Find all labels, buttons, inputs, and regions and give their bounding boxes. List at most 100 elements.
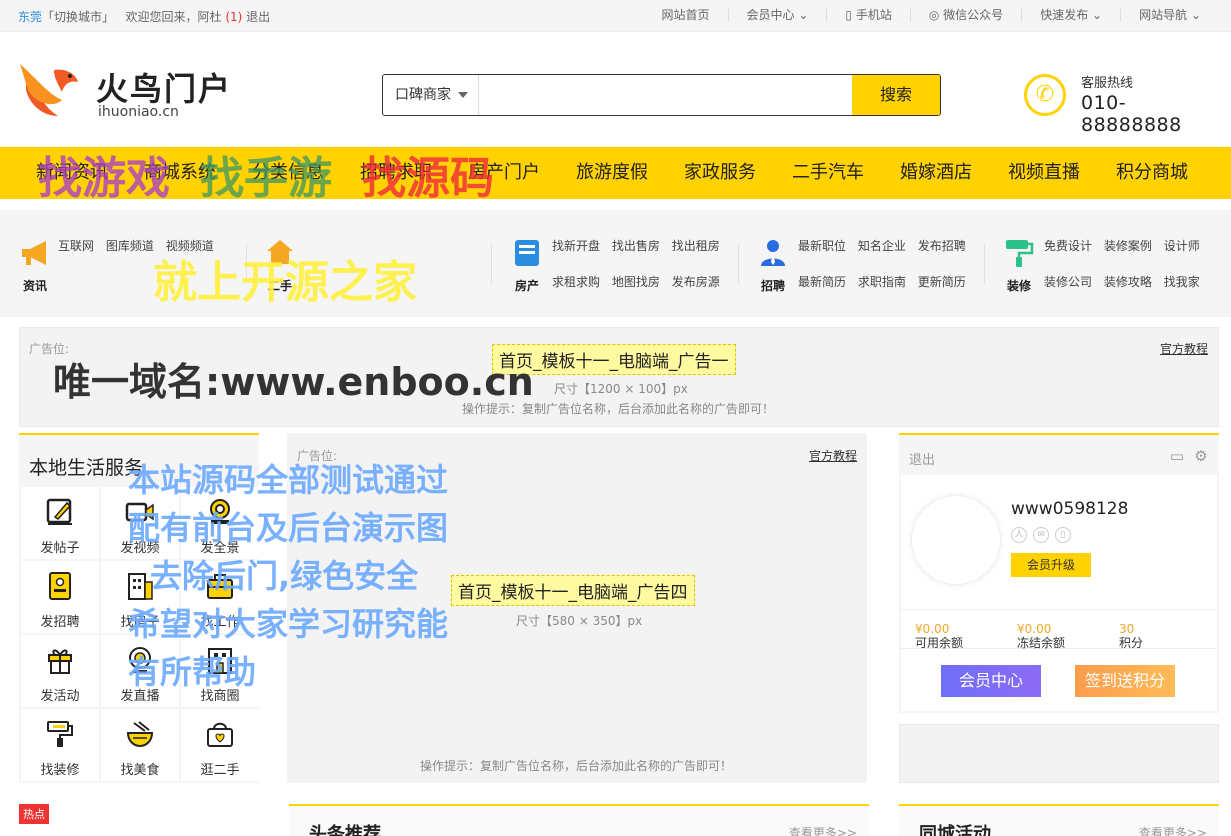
cat-link[interactable]: 最新简历 <box>798 264 846 300</box>
wechat-link[interactable]: ◎ 微信公众号 <box>909 8 1021 22</box>
user-card: www0598128 人 ✉ ▯ 会员升级 可用余额 ¥0.00 冻结余额 ¥0.0… <box>901 475 1217 711</box>
site-nav-link[interactable]: 网站导航 ⌄ <box>1120 8 1219 22</box>
cat-link[interactable]: 找出售房 <box>612 228 660 264</box>
panorama-icon <box>210 499 230 524</box>
cat-link[interactable]: 更新简历 <box>918 264 966 300</box>
ad-center[interactable]: 广告位: 官方教程 首页_模板十一_电脑端_广告四 尺寸【580 × 350】p… <box>287 433 867 783</box>
cat-link[interactable]: 找出租房 <box>672 228 720 264</box>
site-logo[interactable]: 火鸟门户 ihuoniao.cn <box>18 60 233 122</box>
nav-item-classifieds[interactable]: 分类信息 <box>252 147 324 199</box>
cat-link[interactable]: 设计师 <box>1164 228 1200 264</box>
hotline-label: 客服热线 <box>1081 76 1134 91</box>
search-button[interactable]: 搜索 <box>852 75 940 115</box>
email-verify-icon[interactable]: ✉ <box>1033 527 1049 543</box>
service-find-job[interactable]: 找工作 <box>181 561 259 633</box>
nav-item-house[interactable]: 房产门户 <box>468 147 540 199</box>
ad-title: 首页_模板十一_电脑端_广告四 <box>451 575 695 606</box>
service-business-area[interactable]: 找商圈 <box>181 635 259 707</box>
service-live[interactable]: 发直播 <box>101 635 179 707</box>
site-nav-label: 网站导航 <box>1139 8 1188 22</box>
current-city[interactable]: 东莞 <box>18 10 42 24</box>
headline-more-link[interactable]: 查看更多>> <box>789 824 857 836</box>
nav-item-points-mall[interactable]: 积分商城 <box>1116 147 1188 199</box>
service-food[interactable]: 找美食 <box>101 709 179 781</box>
cat-link[interactable]: 找我家 <box>1164 264 1200 300</box>
cat-label[interactable]: 招聘 <box>758 277 788 294</box>
service-decoration[interactable]: 找装修 <box>21 709 99 781</box>
tutorial-link[interactable]: 官方教程 <box>1160 340 1208 357</box>
ad-tip: 操作提示：复制广告位名称，后台添加此名称的广告即可！ <box>420 759 733 773</box>
cat-label[interactable]: 资讯 <box>20 277 50 294</box>
ad-banner-top[interactable]: 广告位: 首页_模板十一_电脑端_广告一 尺寸【1200 × 100】px 操作… <box>19 327 1219 427</box>
cat-link[interactable]: 发布招聘 <box>918 228 966 264</box>
mobile-site-label: 手机站 <box>855 8 892 22</box>
cat-link[interactable]: 最新职位 <box>798 228 846 264</box>
person-icon[interactable] <box>758 238 788 268</box>
cat-label[interactable]: 房产 <box>512 277 542 294</box>
service-video[interactable]: 发视频 <box>101 487 179 559</box>
logout-link[interactable]: 退出 <box>246 10 270 24</box>
mobile-site-link[interactable]: ▯ 手机站 <box>826 8 909 22</box>
cat-label[interactable]: 装修 <box>1004 277 1034 294</box>
cat-link[interactable]: 视频频道 <box>166 228 214 264</box>
ad-title: 首页_模板十一_电脑端_广告一 <box>492 344 736 375</box>
ad-right-small[interactable] <box>899 724 1219 783</box>
member-center-button[interactable]: 会员中心 <box>941 665 1041 697</box>
cat-label[interactable]: 二手 <box>265 277 295 294</box>
basket-icon <box>207 722 233 747</box>
house-icon[interactable] <box>265 238 295 268</box>
switch-city-link[interactable]: 「切换城市」 <box>42 10 114 24</box>
message-icon[interactable]: ▭ <box>1168 447 1186 465</box>
chevron-down-icon: ⌄ <box>1092 8 1103 22</box>
username: www0598128 <box>1011 499 1129 519</box>
cat-link[interactable]: 知名企业 <box>858 228 906 264</box>
search-category-select[interactable]: 口碑商家 <box>383 75 479 115</box>
cat-link[interactable]: 求职指南 <box>858 264 906 300</box>
nav-item-used-car[interactable]: 二手汽车 <box>792 147 864 199</box>
upgrade-button[interactable]: 会员升级 <box>1011 553 1091 577</box>
search-input[interactable] <box>480 75 852 115</box>
phone-verify-icon[interactable]: ▯ <box>1055 527 1071 543</box>
signin-button[interactable]: 签到送积分 <box>1075 665 1175 697</box>
cat-link[interactable]: 互联网 <box>58 228 94 264</box>
events-more-link[interactable]: 查看更多>> <box>1139 824 1207 836</box>
top-bar-left: 东莞「切换城市」 欢迎您回来，阿杜 (1) 退出 <box>18 8 270 25</box>
building-icon[interactable] <box>512 238 542 268</box>
service-find-house[interactable]: 找房子 <box>101 561 179 633</box>
home-link[interactable]: 网站首页 <box>643 8 727 22</box>
cat-link[interactable]: 找新开盘 <box>552 228 600 264</box>
cat-link[interactable]: 求租求购 <box>552 264 600 300</box>
welcome-text: 欢迎您回来，阿杜 <box>125 10 222 24</box>
nav-item-mall[interactable]: 商城系统 <box>144 147 216 199</box>
nav-item-housekeeping[interactable]: 家政服务 <box>684 147 756 199</box>
cat-link[interactable]: 装修攻略 <box>1104 264 1152 300</box>
avatar[interactable] <box>911 495 1001 585</box>
nav-item-news[interactable]: 新闻资讯 <box>36 147 108 199</box>
service-event[interactable]: 发活动 <box>21 635 99 707</box>
paint-roller-icon[interactable] <box>1004 238 1034 268</box>
cat-link[interactable]: 发布房源 <box>672 264 720 300</box>
service-panorama[interactable]: 发全景 <box>181 487 259 559</box>
message-count[interactable]: (1) <box>225 10 242 24</box>
megaphone-icon[interactable] <box>20 238 50 268</box>
cat-link[interactable]: 装修案例 <box>1104 228 1152 264</box>
cat-link[interactable]: 地图找房 <box>612 264 660 300</box>
tutorial-link[interactable]: 官方教程 <box>809 447 857 464</box>
member-center-link[interactable]: 会员中心 ⌄ <box>727 8 827 22</box>
nav-item-jobs[interactable]: 招聘求职 <box>360 147 432 199</box>
id-verify-icon[interactable]: 人 <box>1011 527 1027 543</box>
wechat-icon: ◎ <box>928 8 940 22</box>
cat-link[interactable]: 装修公司 <box>1044 264 1092 300</box>
nav-item-live[interactable]: 视频直播 <box>1008 147 1080 199</box>
service-post[interactable]: 发帖子 <box>21 487 99 559</box>
gear-icon[interactable]: ⚙ <box>1192 447 1210 465</box>
service-recruit[interactable]: 发招聘 <box>21 561 99 633</box>
quick-publish-link[interactable]: 快速发布 ⌄ <box>1021 8 1120 22</box>
cat-link[interactable]: 图库频道 <box>106 228 154 264</box>
nav-item-wedding[interactable]: 婚嫁酒店 <box>900 147 972 199</box>
service-secondhand[interactable]: 逛二手 <box>181 709 259 781</box>
service-label: 发全景 <box>200 541 240 556</box>
logout-link[interactable]: 退出 <box>909 449 935 468</box>
nav-item-travel[interactable]: 旅游度假 <box>576 147 648 199</box>
cat-link[interactable]: 免费设计 <box>1044 228 1092 264</box>
